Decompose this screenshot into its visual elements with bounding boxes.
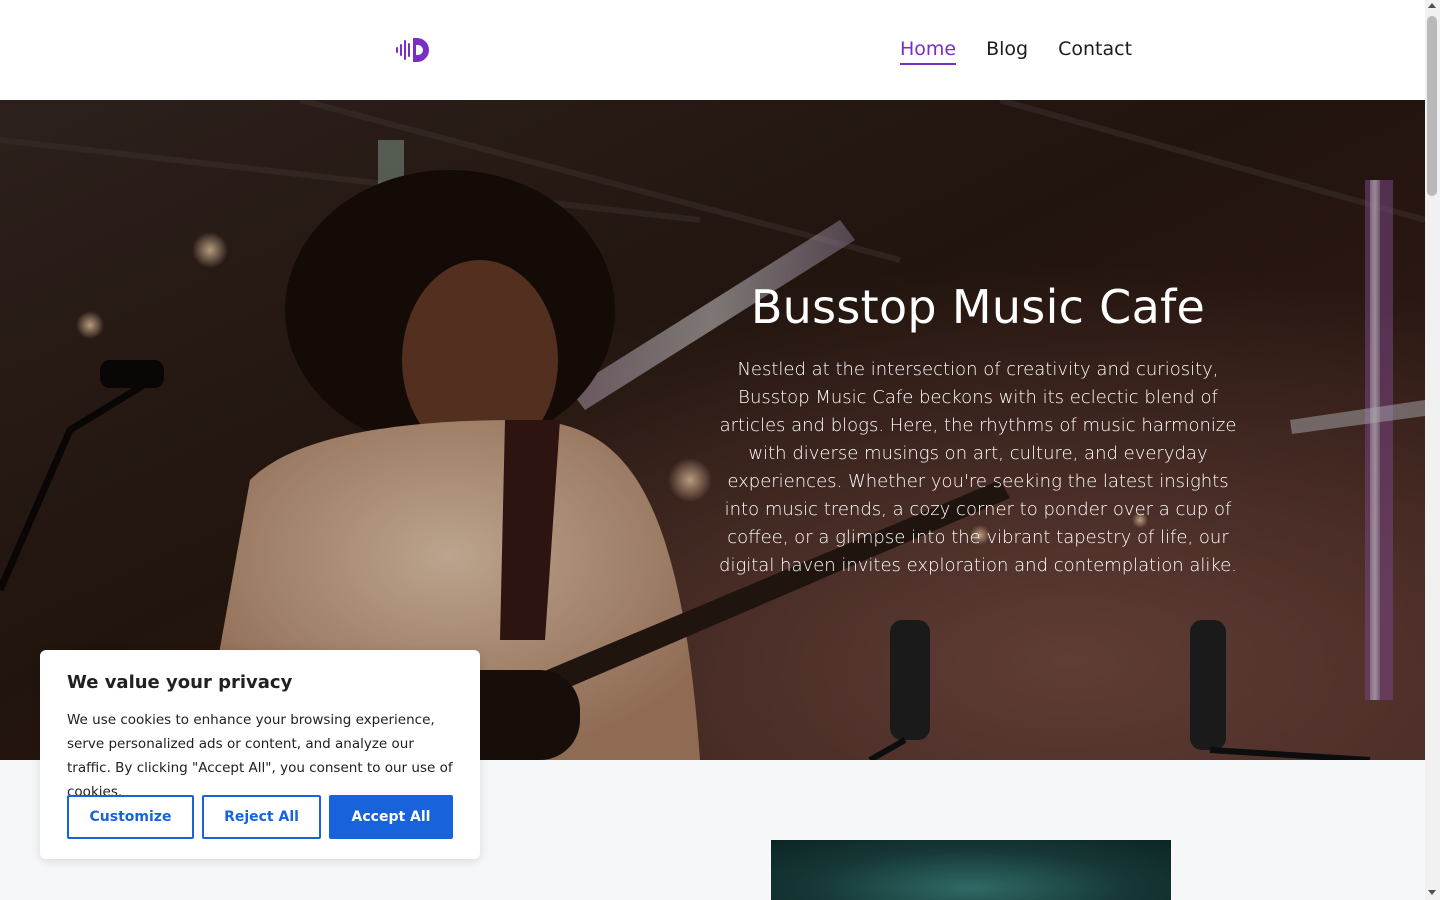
featured-post-image[interactable] (771, 840, 1171, 900)
hero-text-block: Busstop Music Cafe Nestled at the inters… (718, 280, 1238, 580)
cookie-banner-text: We use cookies to enhance your browsing … (67, 712, 453, 800)
page: Home Blog Contact Busstop Music Cafe Nes… (0, 0, 1425, 900)
page-scrollbar[interactable] (1425, 0, 1440, 900)
scroll-down-arrow-icon[interactable] (1428, 890, 1436, 895)
nav-home-link[interactable]: Home (900, 38, 957, 65)
accept-all-button[interactable]: Accept All (329, 795, 453, 839)
nav-contact-link[interactable]: Contact (1058, 38, 1132, 65)
cookie-banner-title: We value your privacy (67, 672, 293, 693)
scroll-up-arrow-icon[interactable] (1428, 3, 1436, 8)
cookie-consent-banner: We value your privacy We use cookies to … (40, 650, 480, 859)
scrollbar-thumb[interactable] (1427, 16, 1437, 196)
reject-all-button[interactable]: Reject All (202, 795, 321, 839)
hero-title: Busstop Music Cafe (750, 280, 1206, 334)
sound-wave-logo-icon[interactable] (395, 36, 431, 64)
hero-description: Nestled at the intersection of creativit… (719, 359, 1237, 576)
main-nav: Home Blog Contact (900, 38, 1132, 65)
site-header: Home Blog Contact (0, 0, 1425, 100)
customize-button[interactable]: Customize (67, 795, 194, 839)
nav-blog-link[interactable]: Blog (986, 38, 1028, 65)
